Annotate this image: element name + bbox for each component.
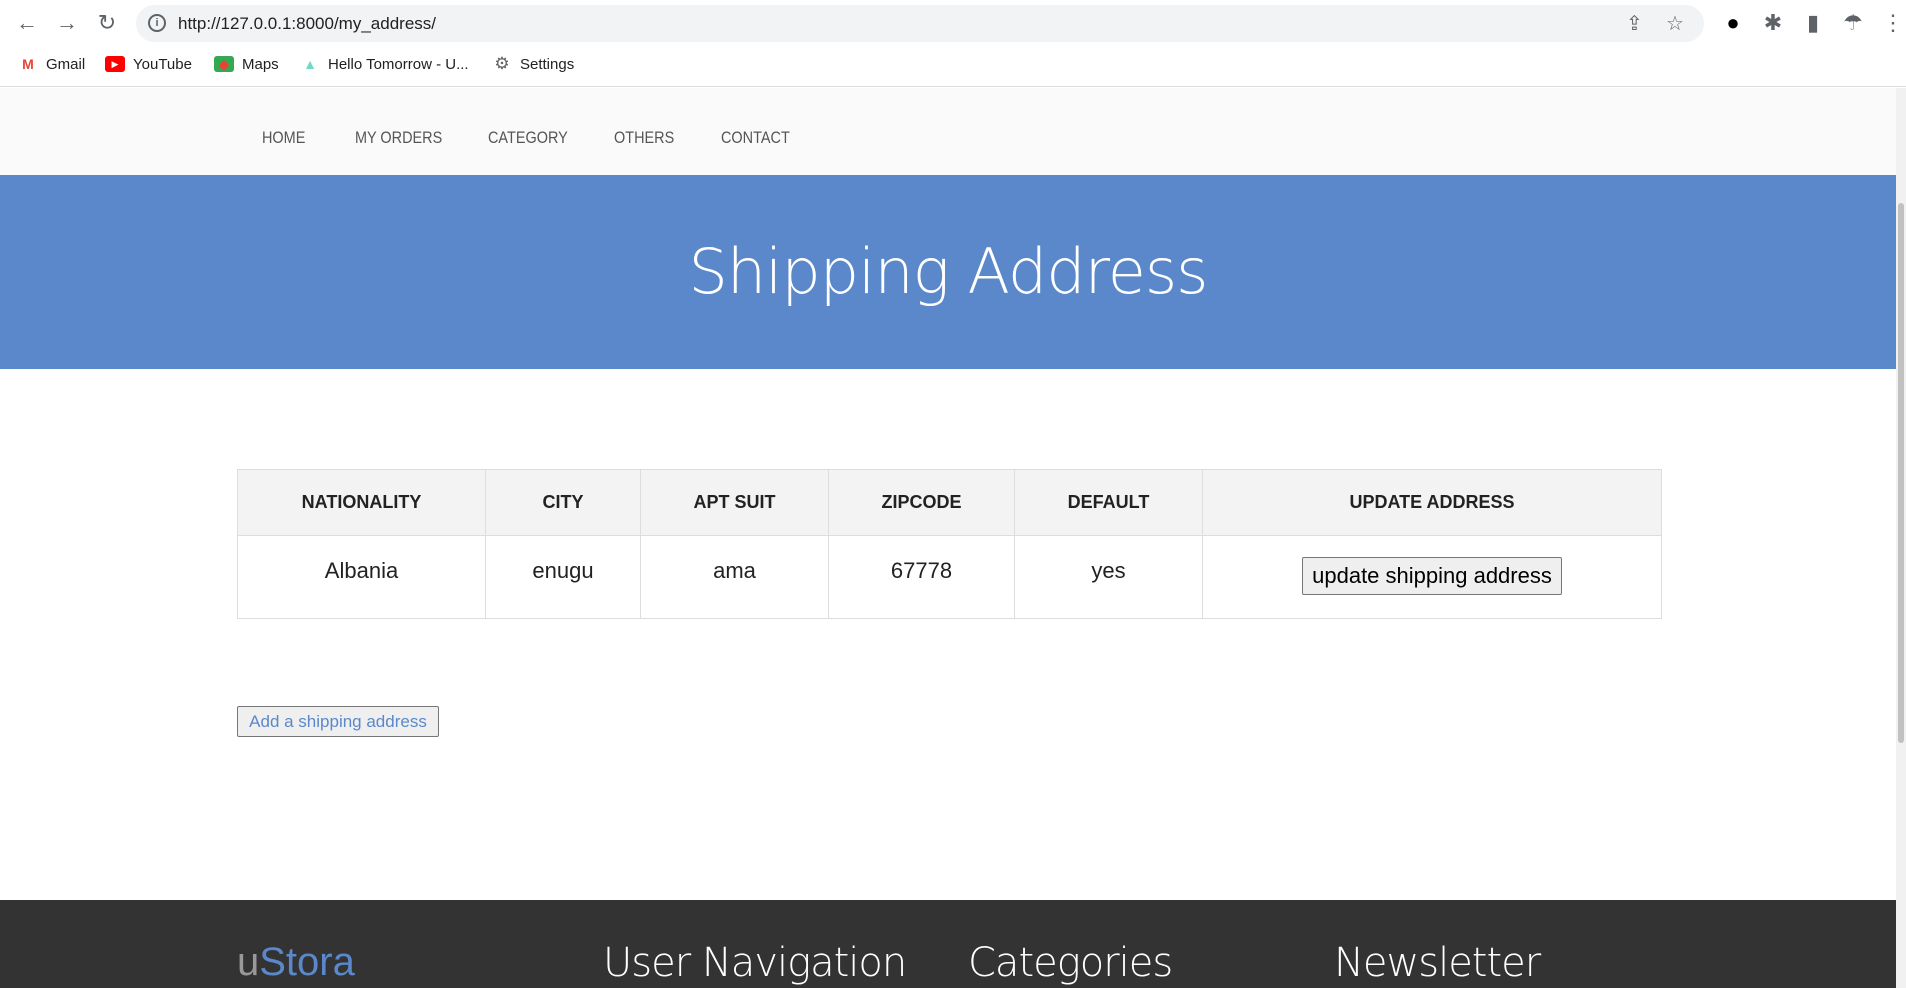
footer-brand-logo[interactable]: uStora [237, 940, 355, 985]
browser-chrome: ← → ↻ i http://127.0.0.1:8000/my_address… [0, 0, 1906, 87]
page-scrollbar[interactable] [1896, 88, 1906, 988]
nav-category[interactable]: CATEGORY [488, 128, 568, 148]
bookmark-star-icon[interactable]: ☆ [1666, 11, 1684, 36]
cell-default: yes [1014, 535, 1203, 619]
main-nav: HOME MY ORDERS CATEGORY OTHERS CONTACT [0, 88, 1896, 175]
nav-home[interactable]: HOME [262, 128, 305, 148]
header-default: DEFAULT [1014, 469, 1203, 536]
profile-extension-icon[interactable]: ☂ [1840, 10, 1866, 36]
hello-tomorrow-icon: ▲ [303, 56, 317, 72]
cell-update: update shipping address [1202, 535, 1662, 619]
bookmark-label: Gmail [46, 55, 86, 73]
cell-zipcode: 67778 [828, 535, 1015, 619]
youtube-icon: ▶ [105, 56, 125, 72]
add-shipping-address-button[interactable]: Add a shipping address [237, 706, 439, 737]
gear-icon: ⚙ [494, 54, 510, 73]
side-panel-icon[interactable]: ▮ [1800, 10, 1826, 36]
header-city: CITY [485, 469, 641, 536]
bookmark-hello-tomorrow[interactable]: ▲ Hello Tomorrow - U... [300, 53, 469, 75]
page-title: Shipping Address [688, 235, 1209, 308]
page-banner: Shipping Address [0, 175, 1896, 369]
url-text[interactable]: http://127.0.0.1:8000/my_address/ [178, 14, 436, 34]
header-zipcode: ZIPCODE [828, 469, 1015, 536]
scrollbar-thumb[interactable] [1898, 203, 1904, 743]
nav-others[interactable]: OTHERS [614, 128, 674, 148]
extensions-puzzle-icon[interactable]: ✱ [1760, 10, 1786, 36]
bookmark-settings[interactable]: ⚙ Settings [492, 53, 574, 75]
nav-my-orders[interactable]: MY ORDERS [355, 128, 442, 148]
bookmark-youtube[interactable]: ▶ YouTube [105, 53, 192, 75]
footer: uStora User Navigation Categories Newsle… [0, 900, 1896, 988]
update-shipping-address-button[interactable]: update shipping address [1302, 557, 1562, 595]
reload-icon[interactable]: ↻ [94, 10, 120, 36]
address-bar[interactable]: i http://127.0.0.1:8000/my_address/ ⇪ ☆ [136, 5, 1704, 42]
header-apt-suit: APT SUIT [640, 469, 829, 536]
cell-apt-suit: ama [640, 535, 829, 619]
bookmark-gmail[interactable]: M Gmail [18, 53, 85, 75]
address-table: NATIONALITY CITY APT SUIT ZIPCODE DEFAUL… [237, 469, 1662, 619]
footer-heading-newsletter: Newsletter [1334, 940, 1541, 986]
bookmark-label: Settings [520, 55, 575, 73]
header-nationality: NATIONALITY [237, 469, 486, 536]
menu-kebab-icon[interactable]: ⋮ [1880, 10, 1906, 36]
nav-contact[interactable]: CONTACT [721, 128, 790, 148]
brand-prefix: u [237, 940, 260, 984]
share-icon[interactable]: ⇪ [1626, 11, 1643, 36]
cell-nationality: Albania [237, 535, 486, 619]
forward-icon[interactable]: → [54, 10, 80, 36]
table-row: Albania enugu ama 67778 yes update shipp… [237, 535, 1662, 619]
bookmark-label: YouTube [133, 55, 192, 73]
header-update-address: UPDATE ADDRESS [1202, 469, 1662, 536]
gmail-icon: M [22, 56, 34, 72]
bookmark-maps[interactable]: ◆ Maps [214, 53, 279, 75]
extension-ninja-icon[interactable]: ● [1720, 10, 1746, 36]
cell-city: enugu [485, 535, 641, 619]
bookmark-label: Hello Tomorrow - U... [328, 55, 469, 73]
table-header-row: NATIONALITY CITY APT SUIT ZIPCODE DEFAUL… [237, 469, 1662, 536]
footer-heading-user-navigation: User Navigation [603, 940, 907, 986]
site-info-icon[interactable]: i [148, 14, 166, 32]
bookmark-label: Maps [242, 55, 279, 73]
back-icon[interactable]: ← [14, 10, 40, 36]
footer-heading-categories: Categories [968, 940, 1173, 986]
brand-main: Stora [259, 940, 355, 984]
maps-icon: ◆ [214, 56, 234, 72]
